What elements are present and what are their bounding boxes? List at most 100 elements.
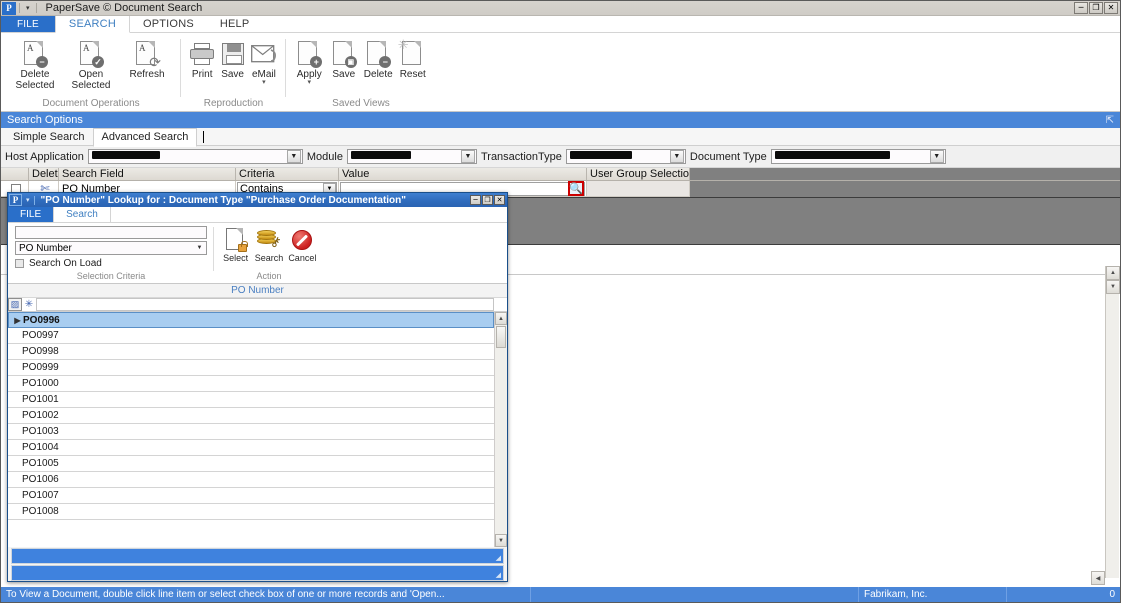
lookup-row[interactable]: PO1004 [8, 440, 494, 456]
scroll-left-button[interactable]: ◀ [1091, 571, 1105, 585]
lookup-row[interactable]: PO0997 [8, 328, 494, 344]
lookup-grid-header[interactable]: PO Number [8, 284, 507, 298]
new-row-marker-icon[interactable]: ✳ [22, 299, 36, 310]
col-criteria[interactable]: Criteria [236, 168, 339, 180]
col-value[interactable]: Value [339, 168, 587, 180]
dialog-group-selection-criteria: PO Number ▼ Search On Load Selection Cri… [8, 223, 214, 283]
select-lock-icon [225, 227, 248, 253]
dialog-tabbar: FILE Search [8, 207, 507, 223]
col-delete[interactable]: Delete [29, 168, 59, 180]
search-on-load-checkbox[interactable] [15, 259, 24, 268]
lookup-row[interactable]: PO1003 [8, 424, 494, 440]
lookup-row-value: PO1003 [22, 426, 59, 437]
application-window: P ▾ PaperSave © Document Search ─ ❐ ✕ FI… [0, 0, 1121, 603]
lookup-scroll-down-button[interactable]: ▼ [495, 534, 507, 547]
lookup-row-value: PO0999 [22, 362, 59, 373]
dialog-qat-chevron-down-icon[interactable]: ▾ [26, 196, 30, 204]
dialog-status-strip-lower: ◢ [11, 565, 504, 581]
tab-options[interactable]: OPTIONS [130, 16, 207, 32]
document-vertical-scrollbar[interactable]: ▲ ▼ [1105, 266, 1120, 578]
search-button-label: Search [254, 253, 284, 263]
main-titlebar: P ▾ PaperSave © Document Search ─ ❐ ✕ [1, 1, 1120, 16]
lookup-row[interactable]: PO1001 [8, 392, 494, 408]
selection-criteria-input[interactable] [15, 226, 207, 239]
transaction-type-chevron-down-icon[interactable]: ▼ [669, 150, 684, 163]
delete-view-button[interactable]: − Delete [361, 36, 396, 80]
module-chevron-down-icon[interactable]: ▼ [460, 150, 475, 163]
minimize-button[interactable]: ─ [1074, 2, 1088, 14]
lookup-scroll-thumb[interactable] [496, 326, 506, 348]
tab-help[interactable]: HELP [207, 16, 263, 32]
tab-search[interactable]: SEARCH [54, 16, 130, 33]
search-on-load-row[interactable]: Search On Load [15, 258, 209, 269]
lookup-vertical-scrollbar[interactable]: ▲ ▼ [494, 312, 507, 547]
lookup-row[interactable]: PO1005 [8, 456, 494, 472]
print-icon [190, 39, 215, 69]
selection-field-select[interactable]: PO Number ▼ [15, 241, 207, 255]
module-select[interactable]: ▼ [346, 149, 477, 164]
ribbon-group-reproduction: Print Save eMail ▾ Reproduction [181, 33, 286, 111]
lookup-row[interactable]: PO1007 [8, 488, 494, 504]
dialog-tab-search[interactable]: Search [53, 207, 111, 222]
lookup-row-value: PO1006 [22, 474, 59, 485]
lookup-row[interactable]: PO1006 [8, 472, 494, 488]
transaction-type-select[interactable]: ▼ [565, 149, 686, 164]
apply-view-button[interactable]: + Apply ▾ [292, 36, 327, 86]
host-application-chevron-down-icon[interactable]: ▼ [286, 150, 301, 163]
print-button[interactable]: Print [187, 36, 217, 80]
quick-access-toolbar-chevron-down-icon[interactable]: ▾ [23, 4, 33, 12]
search-options-header[interactable]: Search Options ⇱ [1, 112, 1120, 128]
search-button[interactable]: ⚷ Search [252, 223, 285, 271]
refresh-button[interactable]: A ⟳ Refresh [119, 36, 175, 80]
host-application-select[interactable]: ▼ [87, 149, 303, 164]
tab-simple-search[interactable]: Simple Search [5, 131, 93, 143]
save-button[interactable]: Save [217, 36, 247, 80]
lookup-results-list[interactable]: ▶ PO0996 PO0997 PO0998 PO0999 PO1000 PO1001 PO1… [8, 312, 507, 547]
close-button[interactable]: ✕ [1104, 2, 1118, 14]
magnifier-icon[interactable]: 🔍 [568, 181, 584, 196]
dialog-close-button[interactable]: ✕ [494, 195, 505, 205]
dialog-tab-file[interactable]: FILE [8, 207, 54, 222]
delete-selected-button[interactable]: A − Delete Selected [7, 36, 63, 91]
email-button[interactable]: eMail ▾ [248, 36, 280, 86]
apply-chevron-down-icon[interactable]: ▾ [307, 79, 311, 86]
document-type-chevron-down-icon[interactable]: ▼ [929, 150, 944, 163]
lookup-row[interactable]: PO1000 [8, 376, 494, 392]
reset-view-button[interactable]: ✳ Reset [396, 36, 431, 80]
cancel-button[interactable]: Cancel [286, 223, 319, 271]
col-search-field[interactable]: Search Field [59, 168, 236, 180]
selection-field-chevron-down-icon[interactable]: ▼ [193, 242, 206, 254]
lookup-scroll-up-button[interactable]: ▲ [495, 312, 507, 325]
lookup-filter-input[interactable] [36, 298, 494, 311]
tab-file[interactable]: FILE [1, 16, 55, 32]
row-user-group-cell[interactable] [587, 181, 690, 197]
lookup-row[interactable]: PO0999 [8, 360, 494, 376]
lookup-row-value: PO1001 [22, 394, 59, 405]
search-on-load-label: Search On Load [29, 258, 102, 269]
dialog-minimize-button[interactable]: ─ [470, 195, 481, 205]
print-label: Print [191, 69, 213, 80]
email-chevron-down-icon[interactable]: ▾ [262, 79, 266, 86]
save-view-button[interactable]: ▣ Save [327, 36, 362, 80]
lookup-row[interactable]: PO1002 [8, 408, 494, 424]
lookup-row-value: PO1007 [22, 490, 59, 501]
status-company: Fabrikam, Inc. [859, 587, 1007, 602]
lookup-row[interactable]: PO0998 [8, 344, 494, 360]
dialog-group-label-selection-criteria: Selection Criteria [76, 271, 146, 281]
document-type-select[interactable]: ▼ [770, 149, 946, 164]
filter-builder-icon[interactable]: ▨ [8, 298, 22, 311]
lookup-row[interactable]: ▶ PO0996 [8, 312, 494, 328]
restore-button[interactable]: ❐ [1089, 2, 1103, 14]
select-button[interactable]: Select [219, 223, 252, 271]
dialog-qat-divider [33, 195, 35, 205]
scroll-down-button[interactable]: ▼ [1106, 280, 1120, 294]
col-user-group-selection[interactable]: User Group Selection [587, 168, 690, 180]
status-hint: To View a Document, double click line it… [1, 587, 531, 602]
window-controls: ─ ❐ ✕ [1074, 2, 1118, 14]
scroll-up-button[interactable]: ▲ [1106, 266, 1120, 280]
pin-icon[interactable]: ⇱ [1106, 115, 1114, 126]
open-selected-button[interactable]: A ✓ Open Selected [63, 36, 119, 91]
dialog-restore-button[interactable]: ❐ [482, 195, 493, 205]
lookup-row[interactable]: PO1008 [8, 504, 494, 520]
tab-advanced-search[interactable]: Advanced Search [92, 127, 198, 147]
